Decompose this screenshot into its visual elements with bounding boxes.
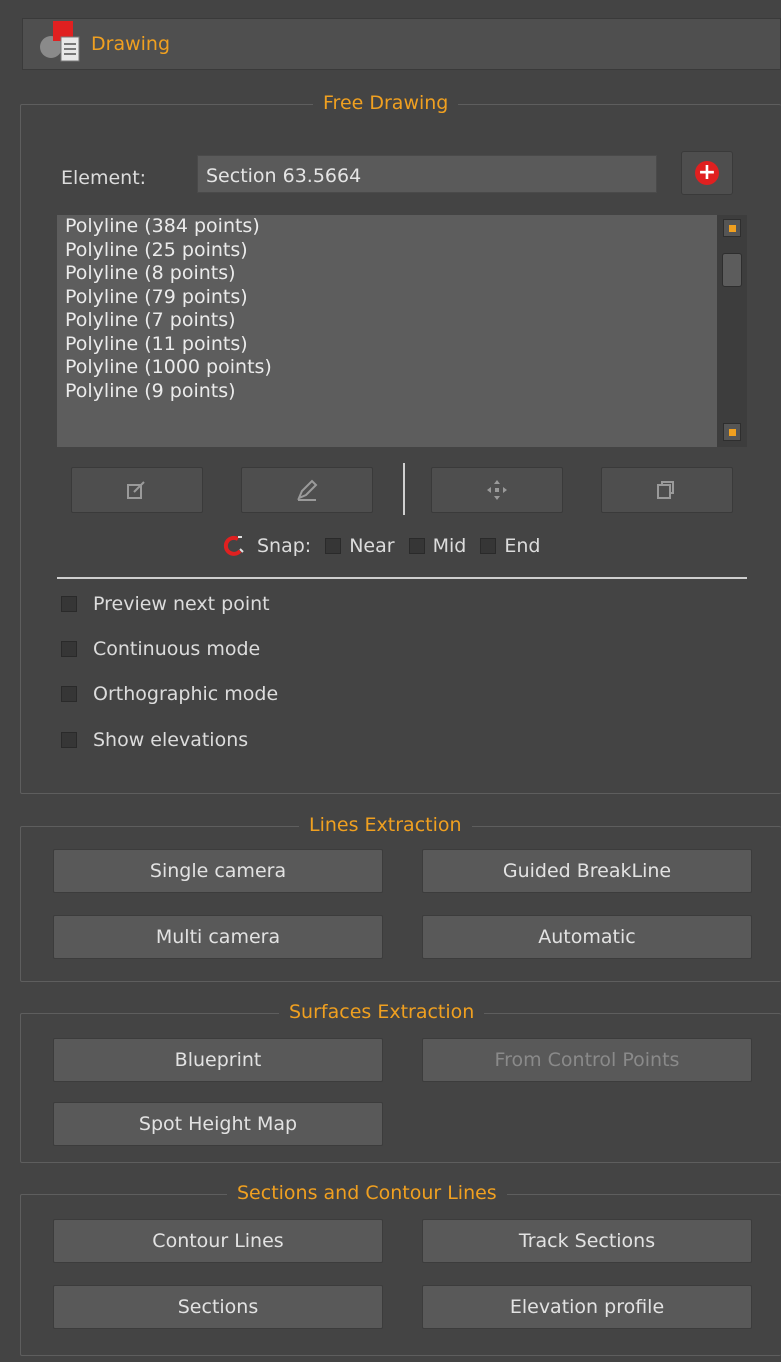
free-drawing-title: Free Drawing (313, 92, 459, 114)
track-sections-button[interactable]: Track Sections (422, 1219, 752, 1263)
add-element-button[interactable]: + (681, 151, 733, 195)
multi-camera-button[interactable]: Multi camera (53, 915, 383, 959)
orthographic-mode-checkbox[interactable] (61, 686, 77, 702)
blueprint-button[interactable]: Blueprint (53, 1038, 383, 1082)
plus-icon: + (695, 161, 719, 185)
elevation-profile-button[interactable]: Elevation profile (422, 1285, 752, 1329)
single-camera-button[interactable]: Single camera (53, 849, 383, 893)
orthographic-mode-label: Orthographic mode (93, 683, 279, 705)
surfaces-extraction-title: Surfaces Extraction (279, 1001, 485, 1023)
snap-near-checkbox[interactable] (325, 538, 342, 554)
list-item[interactable]: Polyline (79 points) (57, 286, 747, 310)
from-control-points-button[interactable]: From Control Points (422, 1038, 752, 1082)
continuous-mode-checkbox[interactable] (61, 641, 77, 657)
snap-label: Snap: (257, 535, 312, 557)
duplicate-icon (657, 481, 674, 499)
list-item[interactable]: Polyline (9 points) (57, 380, 747, 404)
show-elevations-option[interactable]: Show elevations (61, 729, 248, 751)
sections-contour-title: Sections and Contour Lines (227, 1182, 507, 1204)
preview-next-point-label: Preview next point (93, 593, 270, 615)
show-elevations-label: Show elevations (93, 729, 249, 751)
polyline-list[interactable]: Polyline (384 points) Polyline (25 point… (57, 215, 747, 447)
snap-mid-checkbox[interactable] (408, 538, 425, 554)
list-item[interactable]: Polyline (384 points) (57, 215, 747, 239)
move-icon (487, 480, 507, 500)
snap-near-label: Near (349, 535, 395, 557)
drawing-panel-icon (40, 21, 80, 62)
list-scrollbar[interactable] (717, 215, 747, 447)
magnet-icon (223, 535, 244, 556)
lines-extraction-title: Lines Extraction (299, 814, 472, 836)
panel-title: Drawing (91, 33, 171, 55)
list-item[interactable]: Polyline (8 points) (57, 262, 747, 286)
orthographic-mode-option[interactable]: Orthographic mode (61, 683, 278, 705)
drawing-panel: Drawing Free Drawing Element: Section 63… (0, 0, 781, 1362)
separator-line (57, 577, 747, 579)
continuous-mode-option[interactable]: Continuous mode (61, 638, 260, 660)
snap-end-checkbox[interactable] (480, 538, 497, 554)
preview-next-point-option[interactable]: Preview next point (61, 593, 270, 615)
draw-button[interactable] (241, 467, 373, 513)
sections-button[interactable]: Sections (53, 1285, 383, 1329)
snap-end-label: End (504, 535, 541, 557)
spot-height-map-button[interactable]: Spot Height Map (53, 1102, 383, 1146)
edit-element-button[interactable] (71, 467, 203, 513)
scroll-down-button[interactable] (723, 423, 741, 441)
automatic-button[interactable]: Automatic (422, 915, 752, 959)
element-field[interactable]: Section 63.5664 (197, 155, 657, 193)
scroll-thumb[interactable] (722, 253, 742, 287)
continuous-mode-label: Continuous mode (93, 638, 261, 660)
pencil-icon (297, 479, 318, 501)
sections-contour-group: Sections and Contour Lines Contour Lines… (20, 1182, 781, 1356)
snap-mid-label: Mid (432, 535, 467, 557)
surfaces-extraction-group: Surfaces Extraction Blueprint From Contr… (20, 1001, 781, 1163)
guided-breakline-button[interactable]: Guided BreakLine (422, 849, 752, 893)
duplicate-button[interactable] (601, 467, 733, 513)
show-elevations-checkbox[interactable] (61, 732, 77, 748)
list-item[interactable]: Polyline (7 points) (57, 309, 747, 333)
scroll-up-button[interactable] (723, 219, 741, 237)
edit-icon (127, 481, 145, 499)
toolbar-divider (403, 463, 405, 515)
list-item[interactable]: Polyline (1000 points) (57, 356, 747, 380)
lines-extraction-group: Lines Extraction Single camera Guided Br… (20, 814, 781, 982)
move-button[interactable] (431, 467, 563, 513)
snap-row: Snap: Near Mid End (221, 531, 540, 561)
element-label: Element: (61, 167, 147, 189)
panel-header[interactable]: Drawing (22, 18, 781, 70)
list-item[interactable]: Polyline (11 points) (57, 333, 747, 357)
contour-lines-button[interactable]: Contour Lines (53, 1219, 383, 1263)
list-item[interactable]: Polyline (25 points) (57, 239, 747, 263)
preview-next-point-checkbox[interactable] (61, 596, 77, 612)
free-drawing-group: Free Drawing Element: Section 63.5664 + … (20, 92, 781, 794)
